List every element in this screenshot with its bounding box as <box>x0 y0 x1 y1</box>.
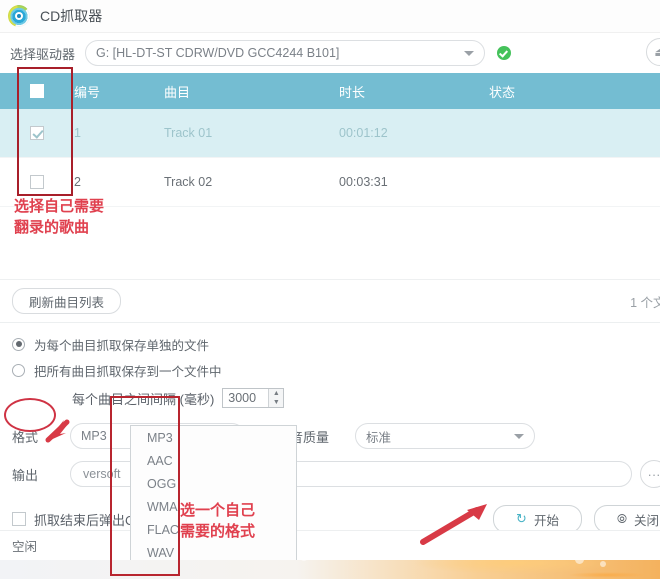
cell-title: Track 01 <box>164 126 213 140</box>
stepper-arrows[interactable]: ▲ ▼ <box>268 389 284 407</box>
cell-title: Track 02 <box>164 175 213 189</box>
refresh-circular-icon: ↻ <box>516 511 527 526</box>
file-count-label: 1 个文件 <box>630 295 660 310</box>
quality-value: 标准 <box>366 430 392 445</box>
refresh-track-list-button[interactable]: 刷新曲目列表 <box>12 288 122 314</box>
table-row[interactable]: 2 Track 02 00:03:31 <box>0 158 660 207</box>
format-row: 格式 MP3 声音质量 标准 <box>0 413 660 453</box>
column-header-duration: 时长 <box>339 84 366 100</box>
start-button[interactable]: ↻ 开始 <box>493 505 582 533</box>
eject-after-label: 抓取结束后弹出CD <box>34 512 144 528</box>
gap-row: 每个曲目之间间隔 (毫秒) 3000 ▲ ▼ <box>12 383 648 413</box>
table-row[interactable]: 1 Track 01 00:01:12 <box>0 109 660 158</box>
radio-single-file-label: 把所有曲目抓取保存到一个文件中 <box>34 364 222 379</box>
gap-value: 3000 <box>228 391 257 405</box>
chevron-down-icon <box>464 50 475 56</box>
cell-no: 1 <box>74 126 81 140</box>
status-text: 空闲 <box>12 540 38 554</box>
cd-ripper-window: CD抓取器 选择驱动器 G: [HL-DT-ST CDRW/DVD GCC424… <box>0 0 660 560</box>
checkbox-icon[interactable] <box>12 512 26 526</box>
title-bar: CD抓取器 <box>0 0 660 33</box>
column-header-status: 状态 <box>489 84 516 100</box>
row-checkbox[interactable] <box>0 126 74 140</box>
cell-no: 2 <box>74 175 81 189</box>
radio-single-file-row[interactable]: 把所有曲目抓取保存到一个文件中 <box>12 357 648 383</box>
drive-select-row: 选择驱动器 G: [HL-DT-ST CDRW/DVD GCC4244 B101… <box>0 33 660 73</box>
close-button[interactable]: ⦾ 关闭 <box>593 505 660 533</box>
annotation-arrow-format <box>45 419 70 443</box>
format-option-wav[interactable]: WAV <box>131 541 296 560</box>
row-checkbox[interactable] <box>0 175 74 189</box>
select-all-checkbox[interactable] <box>0 84 74 98</box>
close-circle-icon: ⦾ <box>616 511 627 526</box>
app-title: CD抓取器 <box>40 8 103 24</box>
format-option-flac[interactable]: FLAC <box>131 518 296 541</box>
column-header-title: 曲目 <box>164 84 191 100</box>
gap-label: 每个曲目之间间隔 (毫秒) <box>72 391 215 407</box>
format-option-aac[interactable]: AAC <box>131 449 296 472</box>
quality-select[interactable]: 标准 <box>355 423 535 449</box>
output-label: 输出 <box>12 467 39 483</box>
radio-icon <box>12 337 25 351</box>
output-row: 输出 versoft ··· <box>0 453 660 491</box>
drive-value: G: [HL-DT-ST CDRW/DVD GCC4244 B101] <box>96 46 340 60</box>
close-button-label: 关闭 <box>633 513 659 528</box>
checkbox-icon <box>30 175 44 189</box>
column-header-no: 编号 <box>74 84 101 100</box>
stepper-up-icon[interactable]: ▲ <box>269 389 283 398</box>
chevron-down-icon <box>514 433 524 439</box>
radio-icon <box>12 363 25 377</box>
start-button-label: 开始 <box>533 513 559 528</box>
green-check-icon <box>497 46 512 60</box>
radio-per-track-row[interactable]: 为每个曲目抓取保存单独的文件 <box>12 331 648 357</box>
cell-duration: 00:01:12 <box>339 126 388 140</box>
drive-label: 选择驱动器 <box>10 46 76 62</box>
cd-ripper-logo-icon <box>8 5 30 27</box>
checkbox-icon <box>30 126 44 140</box>
format-dropdown-list[interactable]: MP3 AAC OGG WMA FLAC WAV <box>130 425 297 560</box>
output-path-value: versoft <box>83 467 121 481</box>
drive-select[interactable]: G: [HL-DT-ST CDRW/DVD GCC4244 B101] <box>85 40 486 66</box>
format-option-wma[interactable]: WMA <box>131 495 296 518</box>
cell-duration: 00:03:31 <box>339 175 388 189</box>
radio-per-track-label: 为每个曲目抓取保存单独的文件 <box>34 338 210 353</box>
annotation-arrow-start <box>420 504 487 545</box>
stepper-down-icon[interactable]: ▼ <box>269 398 283 407</box>
checkbox-icon <box>30 84 44 98</box>
gap-stepper[interactable]: 3000 ▲ ▼ <box>222 388 285 408</box>
status-bar: 空闲 <box>0 530 660 560</box>
track-table-empty-area <box>0 207 660 279</box>
browse-folder-button[interactable]: ··· <box>640 460 660 488</box>
ripping-options: 为每个曲目抓取保存单独的文件 把所有曲目抓取保存到一个文件中 每个曲目之间间隔 … <box>0 323 660 413</box>
format-option-mp3[interactable]: MP3 <box>131 426 296 449</box>
refresh-bar: 刷新曲目列表 1 个文件 <box>0 279 660 322</box>
track-table-header: 编号 曲目 时长 状态 <box>0 73 660 109</box>
action-buttons: ↻ 开始 ⦾ 关闭 <box>493 505 660 533</box>
format-option-ogg[interactable]: OGG <box>131 472 296 495</box>
